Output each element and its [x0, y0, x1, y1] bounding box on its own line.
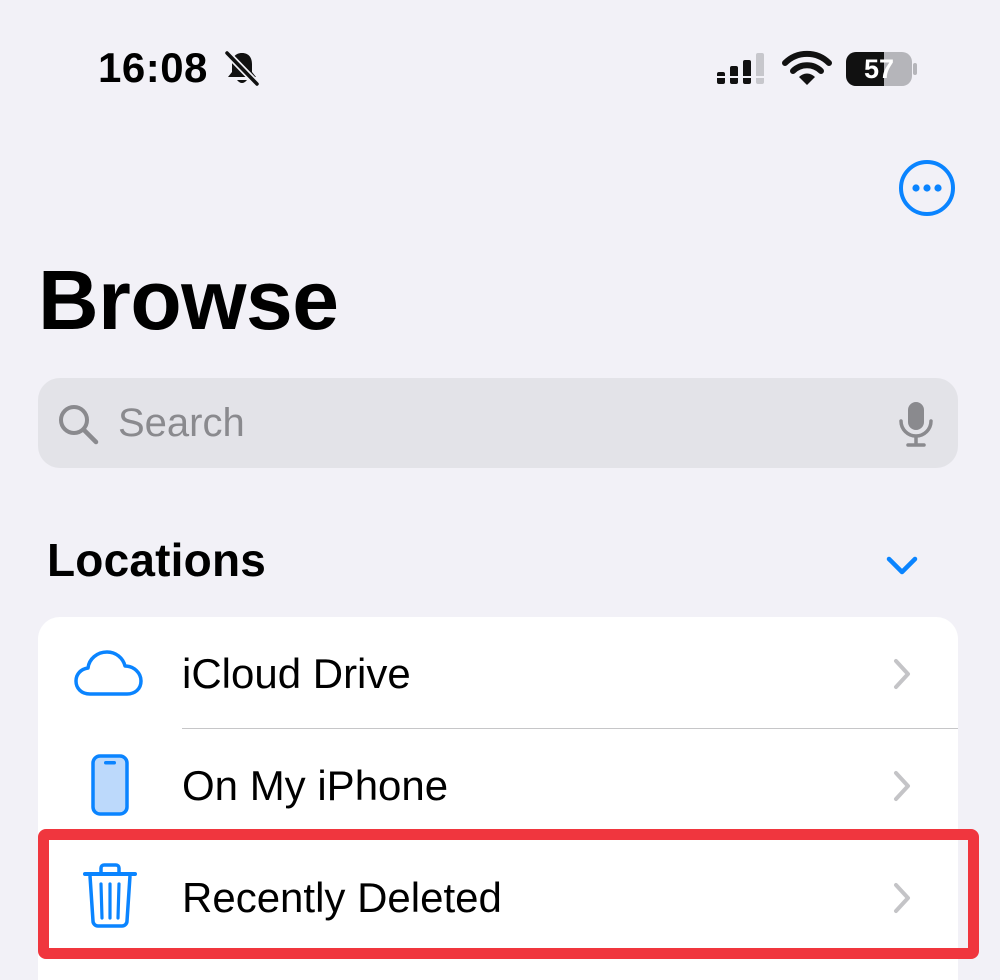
locations-list: iCloud Drive On My iPhone Recently Delet… — [38, 617, 958, 980]
wifi-icon — [782, 50, 832, 85]
list-item-label: On My iPhone — [182, 762, 449, 809]
locations-section-title: Locations — [47, 534, 267, 586]
chevron-down-icon[interactable] — [880, 548, 924, 582]
page-title: Browse — [38, 253, 339, 347]
microphone-icon[interactable] — [897, 400, 935, 448]
search-bar[interactable] — [38, 378, 958, 468]
cellular-signal-icon — [717, 53, 764, 84]
search-input[interactable] — [118, 378, 858, 468]
iphone-icon — [91, 754, 129, 816]
list-item-on-my-iphone[interactable]: On My iPhone — [38, 729, 958, 841]
list-item-icloud-drive[interactable]: iCloud Drive — [38, 617, 958, 729]
trash-icon — [83, 863, 137, 928]
list-item-label: iCloud Drive — [182, 650, 411, 697]
search-icon — [59, 405, 99, 445]
chevron-right-icon — [894, 883, 910, 913]
status-time: 16:08 — [98, 44, 208, 91]
list-item-recently-deleted[interactable]: Recently Deleted — [38, 841, 958, 953]
chevron-right-icon — [894, 659, 910, 689]
list-item-label: Recently Deleted — [182, 874, 502, 921]
battery-level: 57 — [863, 54, 895, 84]
chevron-right-icon — [894, 771, 910, 801]
battery-icon: 57 — [846, 52, 917, 86]
cloud-icon — [74, 650, 143, 696]
bell-slash-icon — [224, 50, 260, 87]
ellipsis-circle-icon[interactable] — [898, 159, 956, 217]
